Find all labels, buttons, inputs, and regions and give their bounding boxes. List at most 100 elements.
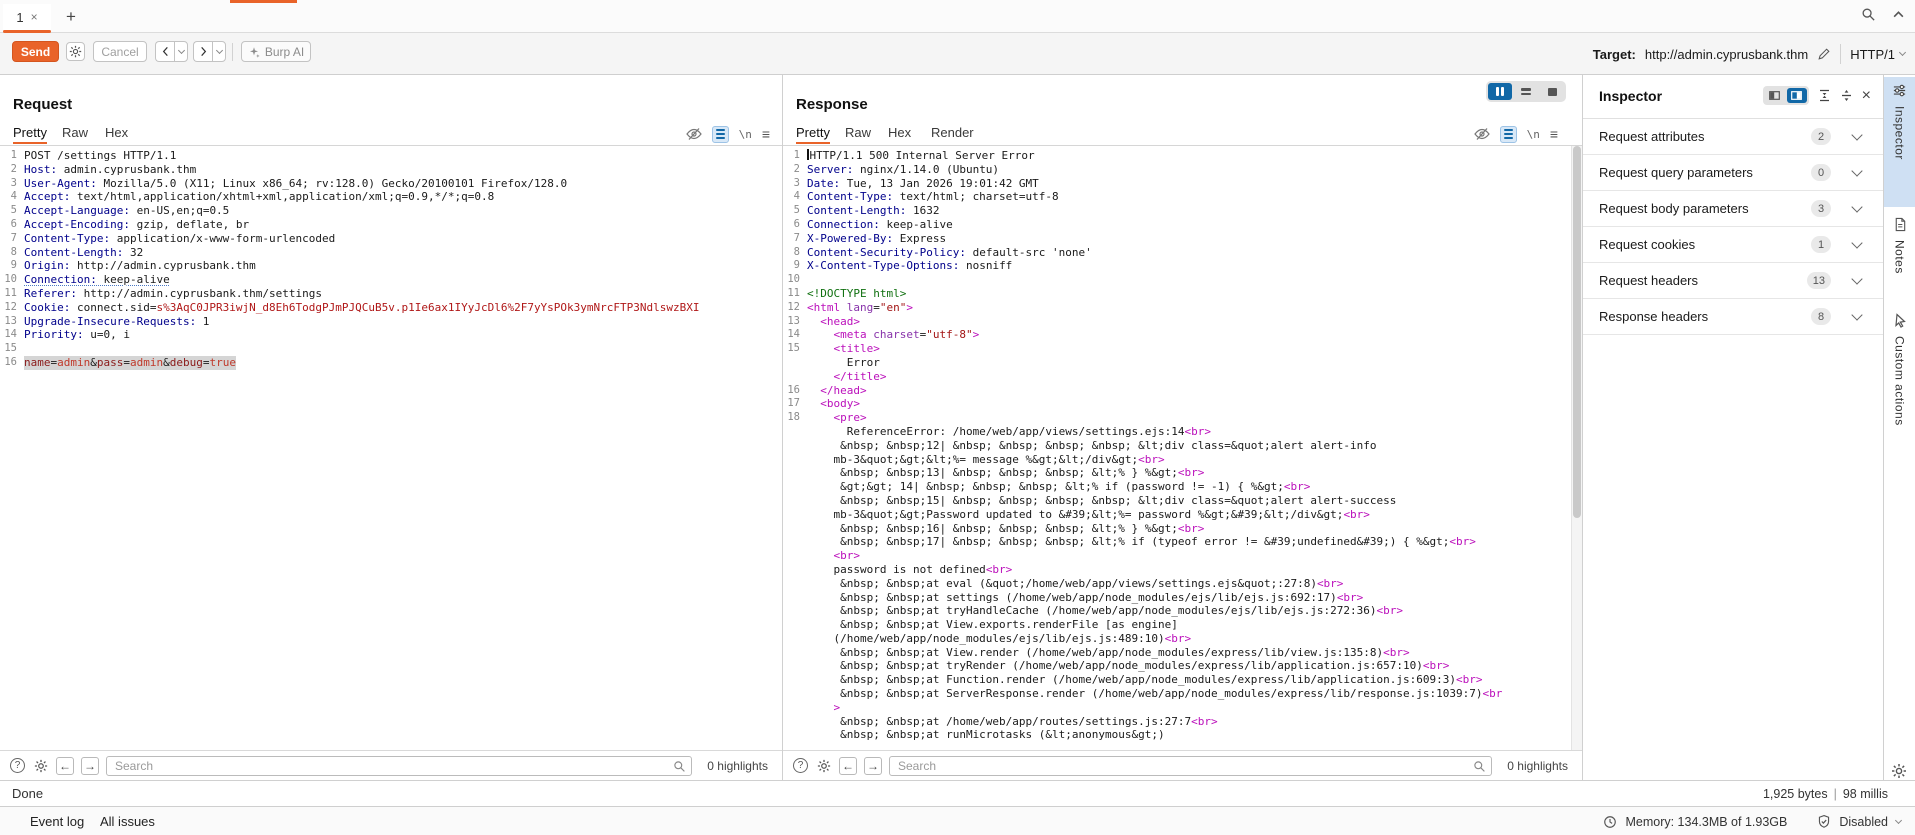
- close-icon[interactable]: ×: [1862, 88, 1871, 104]
- help-icon[interactable]: ?: [793, 758, 808, 773]
- editor-line[interactable]: 6Connection: keep-alive: [783, 218, 1571, 232]
- pencil-icon[interactable]: [1817, 47, 1831, 61]
- editor-line[interactable]: &nbsp; &nbsp;13| &nbsp; &nbsp; &nbsp; &l…: [783, 466, 1571, 480]
- tab-pretty[interactable]: Pretty: [796, 125, 830, 140]
- pretty-print-icon[interactable]: [712, 126, 729, 143]
- rail-item-custom-actions[interactable]: Custom actions: [1884, 313, 1915, 426]
- editor-line[interactable]: 1HTTP/1.1 500 Internal Server Error: [783, 149, 1571, 163]
- response-editor[interactable]: 1HTTP/1.1 500 Internal Server Error2Serv…: [783, 146, 1571, 750]
- tab-pretty[interactable]: Pretty: [13, 125, 47, 140]
- inspector-dock-left-button[interactable]: [1765, 88, 1785, 103]
- gear-icon[interactable]: [1891, 763, 1907, 779]
- editor-line[interactable]: 8Content-Length: 32: [0, 246, 782, 260]
- editor-line[interactable]: <br>: [783, 549, 1571, 563]
- search-next-button[interactable]: →: [864, 757, 882, 775]
- scrollbar-thumb[interactable]: [1573, 146, 1581, 518]
- expand-all-icon[interactable]: [1840, 89, 1853, 102]
- editor-line[interactable]: 2Server: nginx/1.14.0 (Ubuntu): [783, 163, 1571, 177]
- intercept-state-dropdown[interactable]: Disabled: [1839, 815, 1888, 829]
- response-scrollbar[interactable]: [1571, 146, 1582, 750]
- editor-line[interactable]: 11<!DOCTYPE html>: [783, 287, 1571, 301]
- tab-hex[interactable]: Hex: [105, 125, 128, 140]
- editor-line[interactable]: 2Host: admin.cyprusbank.thm: [0, 163, 782, 177]
- editor-line[interactable]: 4Accept: text/html,application/xhtml+xml…: [0, 190, 782, 204]
- help-icon[interactable]: ?: [10, 758, 25, 773]
- chevron-down-icon[interactable]: [1895, 816, 1902, 823]
- editor-line[interactable]: 18 <pre>: [783, 411, 1571, 425]
- search-prev-button[interactable]: ←: [839, 757, 857, 775]
- newline-icon[interactable]: \n: [739, 128, 752, 141]
- editor-line[interactable]: &nbsp; &nbsp;at View.exports.renderFile …: [783, 618, 1571, 632]
- chevron-down-icon[interactable]: [1851, 129, 1862, 140]
- editor-line[interactable]: 3Date: Tue, 13 Jan 2026 19:01:42 GMT: [783, 177, 1571, 191]
- inspector-section-request-query-parameters[interactable]: Request query parameters0: [1583, 155, 1883, 191]
- editor-line[interactable]: 15 <title>: [783, 342, 1571, 356]
- inspector-section-request-attributes[interactable]: Request attributes2: [1583, 119, 1883, 155]
- editor-line[interactable]: 1POST /settings HTTP/1.1: [0, 149, 782, 163]
- event-log-button[interactable]: Event log: [30, 814, 84, 829]
- inspector-dock-right-button[interactable]: [1787, 88, 1807, 103]
- editor-line[interactable]: 7Content-Type: application/x-www-form-ur…: [0, 232, 782, 246]
- editor-line[interactable]: 14Priority: u=0, i: [0, 328, 782, 342]
- editor-line[interactable]: &nbsp; &nbsp;17| &nbsp; &nbsp; &nbsp; &l…: [783, 535, 1571, 549]
- editor-line[interactable]: 12<html lang="en">: [783, 301, 1571, 315]
- eye-slash-icon[interactable]: [1474, 127, 1490, 141]
- close-tab-icon[interactable]: ×: [31, 10, 38, 24]
- all-issues-button[interactable]: All issues: [100, 814, 155, 829]
- chevron-down-icon[interactable]: [1851, 165, 1862, 176]
- editor-line[interactable]: password is not defined<br>: [783, 563, 1571, 577]
- inspector-section-request-body-parameters[interactable]: Request body parameters3: [1583, 191, 1883, 227]
- editor-line[interactable]: Error: [783, 356, 1571, 370]
- gear-icon[interactable]: [815, 757, 832, 774]
- editor-line[interactable]: >: [783, 701, 1571, 715]
- editor-line[interactable]: (/home/web/app/node_modules/ejs/lib/ejs.…: [783, 632, 1571, 646]
- editor-line[interactable]: 16name=admin&pass=admin&debug=true: [0, 356, 782, 370]
- inspector-section-request-headers[interactable]: Request headers13: [1583, 263, 1883, 299]
- tab-hex[interactable]: Hex: [888, 125, 911, 140]
- editor-line[interactable]: 7X-Powered-By: Express: [783, 232, 1571, 246]
- editor-line[interactable]: 14 <meta charset="utf-8">: [783, 328, 1571, 342]
- editor-line[interactable]: 6Accept-Encoding: gzip, deflate, br: [0, 218, 782, 232]
- repeater-tab-1[interactable]: 1 ×: [3, 4, 51, 30]
- inspector-section-request-cookies[interactable]: Request cookies1: [1583, 227, 1883, 263]
- tab-raw[interactable]: Raw: [845, 125, 871, 140]
- chevron-down-icon[interactable]: [1851, 273, 1862, 284]
- editor-line[interactable]: 4Content-Type: text/html; charset=utf-8: [783, 190, 1571, 204]
- editor-line[interactable]: 16 </head>: [783, 384, 1571, 398]
- forward-button[interactable]: [193, 41, 212, 62]
- search-input[interactable]: [889, 756, 1492, 776]
- editor-line[interactable]: 13Upgrade-Insecure-Requests: 1: [0, 315, 782, 329]
- send-settings-button[interactable]: [66, 42, 85, 61]
- menu-icon[interactable]: ≡: [762, 126, 770, 142]
- editor-line[interactable]: &nbsp; &nbsp;at eval (&quot;/home/web/ap…: [783, 577, 1571, 591]
- editor-line[interactable]: 10: [783, 273, 1571, 287]
- chevron-down-icon[interactable]: [1851, 309, 1862, 320]
- editor-line[interactable]: &nbsp; &nbsp;at View.render (/home/web/a…: [783, 646, 1571, 660]
- burp-ai-button[interactable]: Burp AI: [241, 41, 311, 62]
- editor-line[interactable]: 9X-Content-Type-Options: nosniff: [783, 259, 1571, 273]
- gear-icon[interactable]: [32, 757, 49, 774]
- editor-line[interactable]: 12Cookie: connect.sid=s%3AqC0JPR3iwjN_d8…: [0, 301, 782, 315]
- rail-item-inspector[interactable]: Inspector: [1884, 83, 1915, 160]
- editor-line[interactable]: mb-3&quot;&gt;Password updated to &#39;&…: [783, 508, 1571, 522]
- editor-line[interactable]: 5Content-Length: 1632: [783, 204, 1571, 218]
- menu-icon[interactable]: ≡: [1550, 126, 1558, 142]
- search-input[interactable]: [106, 756, 692, 776]
- inspector-section-response-headers[interactable]: Response headers8: [1583, 299, 1883, 335]
- editor-line[interactable]: &nbsp; &nbsp;at runMicrotasks (&lt;anony…: [783, 728, 1571, 742]
- editor-line[interactable]: &nbsp; &nbsp;at tryHandleCache (/home/we…: [783, 604, 1571, 618]
- back-dropdown-button[interactable]: [174, 41, 188, 62]
- forward-dropdown-button[interactable]: [212, 41, 226, 62]
- editor-line[interactable]: 11Referer: http://admin.cyprusbank.thm/s…: [0, 287, 782, 301]
- editor-line[interactable]: 9Origin: http://admin.cyprusbank.thm: [0, 259, 782, 273]
- editor-line[interactable]: 13 <head>: [783, 315, 1571, 329]
- editor-line[interactable]: </title>: [783, 370, 1571, 384]
- search-next-button[interactable]: →: [81, 757, 99, 775]
- collapse-all-icon[interactable]: [1818, 89, 1831, 102]
- search-icon[interactable]: [1861, 7, 1876, 22]
- layout-columns-button[interactable]: [1488, 83, 1512, 100]
- cancel-button[interactable]: Cancel: [93, 41, 147, 62]
- rail-item-notes[interactable]: Notes: [1884, 217, 1915, 274]
- chevron-down-icon[interactable]: [1851, 201, 1862, 212]
- back-button[interactable]: [155, 41, 174, 62]
